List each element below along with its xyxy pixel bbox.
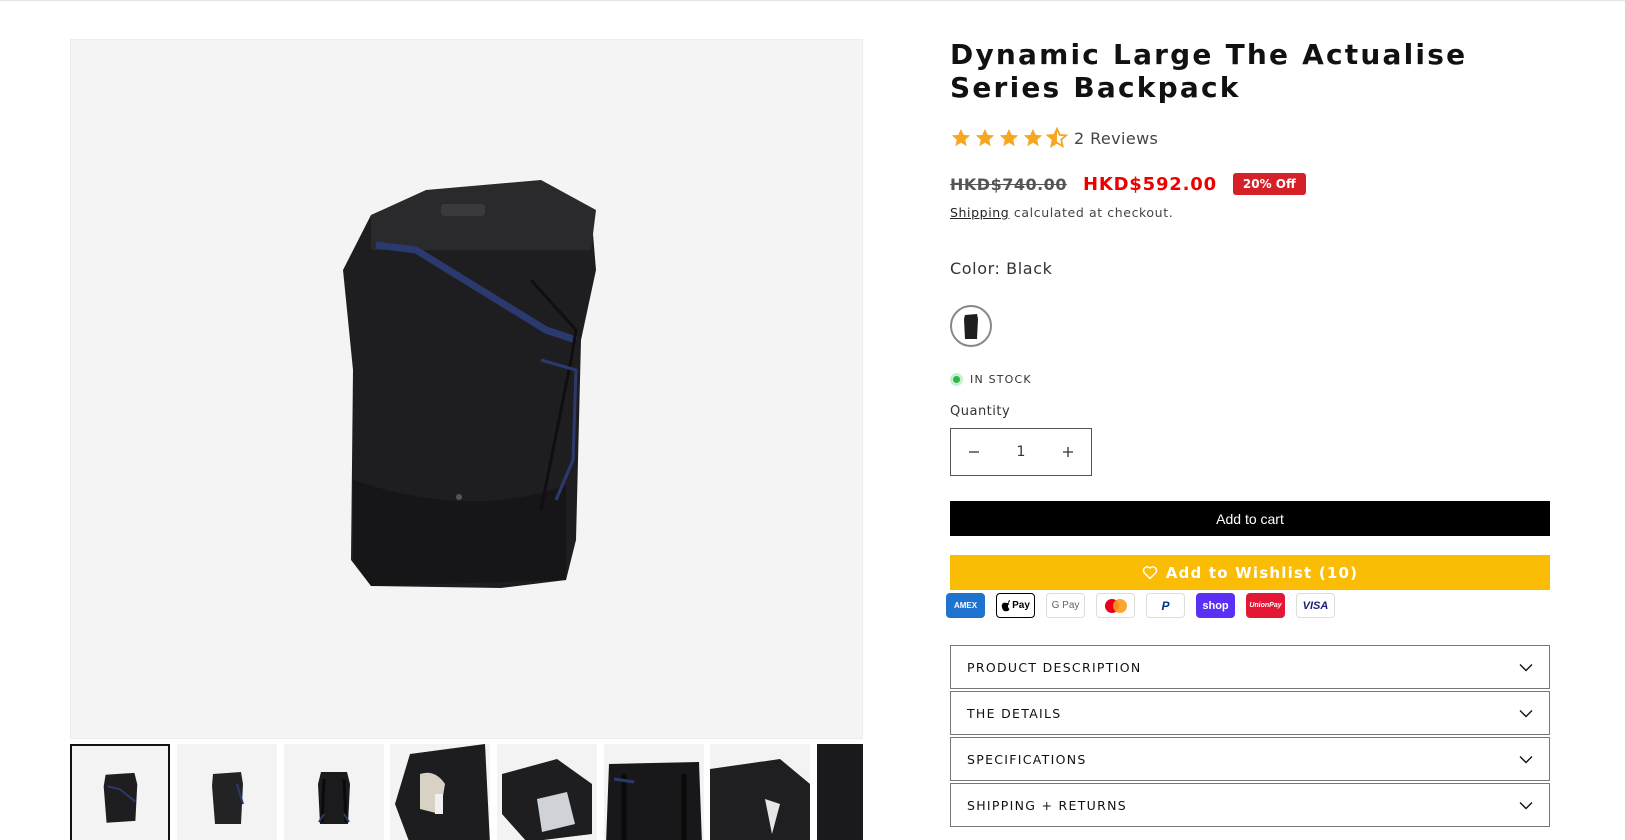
shipping-link[interactable]: Shipping [950, 205, 1009, 220]
color-swatch-black[interactable] [950, 305, 992, 347]
thumbnail-1[interactable] [70, 744, 170, 840]
thumbnail-2[interactable] [177, 744, 277, 840]
thumbnail-4[interactable] [390, 744, 490, 840]
chevron-down-icon [1519, 663, 1533, 671]
star-icon [1023, 128, 1043, 147]
accordion-item-specifications[interactable]: SPECIFICATIONS [950, 737, 1550, 781]
star-icon [975, 128, 995, 147]
backpack-swatch-icon [964, 314, 978, 339]
shipping-text: calculated at checkout. [1009, 205, 1174, 220]
stock-status: IN STOCK [950, 373, 1032, 386]
minus-icon [969, 451, 979, 453]
discount-badge: 20% Off [1232, 173, 1306, 195]
thumbnail-7[interactable] [710, 744, 810, 840]
shop-pay-icon: shop [1196, 593, 1235, 618]
visa-icon: VISA [1296, 593, 1335, 618]
accordion-label: SPECIFICATIONS [967, 751, 1087, 767]
accordion-item-product-description[interactable]: PRODUCT DESCRIPTION [950, 645, 1550, 689]
chevron-down-icon [1519, 709, 1533, 717]
thumbnail-3[interactable] [284, 744, 384, 840]
paypal-icon: P [1146, 593, 1185, 618]
reviews-link[interactable]: 2 Reviews [1074, 129, 1158, 148]
sale-price: HKD$592.00 [1082, 173, 1217, 195]
decrease-quantity-button[interactable] [951, 429, 997, 475]
heart-icon [1142, 566, 1157, 580]
price-row: HKD$740.00 HKD$592.00 20% Off [950, 171, 1306, 197]
thumbnail-strip [70, 744, 863, 840]
plus-icon [1062, 447, 1073, 457]
accordion-label: THE DETAILS [967, 705, 1062, 721]
increase-quantity-button[interactable] [1045, 429, 1091, 475]
accordion-item-the-details[interactable]: THE DETAILS [950, 691, 1550, 735]
top-divider [0, 0, 1625, 1]
chevron-down-icon [1519, 801, 1533, 809]
stock-label: IN STOCK [970, 373, 1032, 386]
product-title: Dynamic Large The Actualise Series Backp… [950, 38, 1468, 104]
product-accordion: PRODUCT DESCRIPTION THE DETAILS SPECIFICAT… [950, 645, 1550, 829]
accordion-item-shipping-returns[interactable]: SHIPPING + RETURNS [950, 783, 1550, 827]
rating-row[interactable]: 2 Reviews [950, 126, 1158, 150]
mastercard-icon [1096, 593, 1135, 618]
star-icon [999, 128, 1019, 147]
star-half-icon [1046, 127, 1068, 149]
quantity-stepper: 1 [950, 428, 1092, 476]
accordion-label: SHIPPING + RETURNS [967, 797, 1127, 813]
wishlist-label: Add to Wishlist (10) [1165, 563, 1359, 582]
backpack-image [71, 40, 862, 738]
in-stock-dot-icon [950, 373, 963, 386]
thumbnail-5[interactable] [497, 744, 597, 840]
product-main-image[interactable] [70, 39, 863, 739]
payment-icons: AMEX Pay G Pay Pshop UnionPay VISA [946, 593, 1335, 618]
shipping-note: Shipping calculated at checkout. [950, 205, 1173, 220]
thumbnail-8[interactable] [817, 744, 863, 840]
thumbnail-6[interactable] [604, 744, 704, 840]
accordion-label: PRODUCT DESCRIPTION [967, 659, 1142, 675]
google-pay-icon: G Pay [1046, 593, 1085, 618]
star-rating [950, 127, 1068, 149]
apple-pay-icon: Pay [996, 593, 1035, 618]
original-price: HKD$740.00 [950, 174, 1067, 194]
color-label: Color: Black [950, 259, 1053, 278]
chevron-down-icon [1519, 755, 1533, 763]
quantity-label: Quantity [950, 404, 1011, 419]
add-to-cart-button[interactable]: Add to cart [950, 501, 1550, 536]
unionpay-icon: UnionPay [1246, 593, 1285, 618]
quantity-input[interactable]: 1 [1017, 444, 1026, 460]
star-icon [951, 128, 971, 147]
add-to-wishlist-button[interactable]: Add to Wishlist (10) [950, 555, 1550, 590]
amex-icon: AMEX [946, 593, 985, 618]
